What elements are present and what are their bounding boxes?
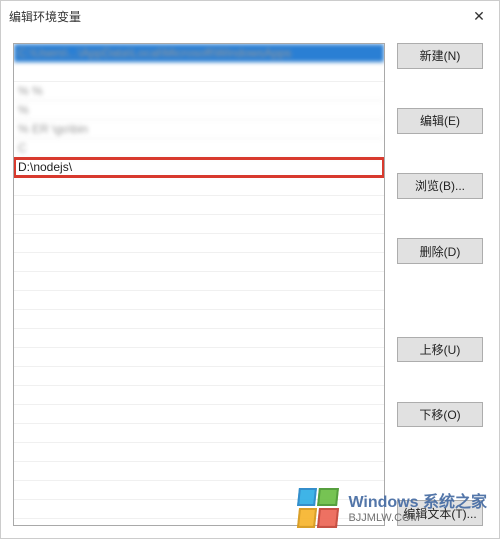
new-button[interactable]: 新建(N) xyxy=(397,43,483,69)
list-item[interactable] xyxy=(14,63,384,82)
list-item-empty[interactable] xyxy=(14,348,384,367)
edit-button[interactable]: 编辑(E) xyxy=(397,108,483,134)
list-item[interactable]: C:\Users\...\AppData\Local\Microsoft\Win… xyxy=(14,44,384,63)
spacer xyxy=(397,433,487,461)
list-item-empty[interactable] xyxy=(14,310,384,329)
list-item-empty[interactable] xyxy=(14,329,384,348)
delete-button[interactable]: 删除(D) xyxy=(397,238,483,264)
spacer xyxy=(397,467,487,495)
list-item-empty[interactable] xyxy=(14,424,384,443)
move-down-button[interactable]: 下移(O) xyxy=(397,402,483,428)
button-panel: 新建(N) 编辑(E) 浏览(B)... 删除(D) 上移(U) 下移(O) 编… xyxy=(397,43,487,526)
list-item[interactable]: D:\nodejs\ xyxy=(14,158,384,177)
list-item-empty[interactable] xyxy=(14,215,384,234)
spacer xyxy=(397,75,487,103)
list-item[interactable]: % % xyxy=(14,82,384,101)
browse-button[interactable]: 浏览(B)... xyxy=(397,173,483,199)
spacer xyxy=(397,270,487,298)
spacer xyxy=(397,205,487,233)
edit-text-button[interactable]: 编辑文本(T)... xyxy=(397,500,483,526)
list-item-empty[interactable] xyxy=(14,386,384,405)
list-item[interactable]: % xyxy=(14,101,384,120)
dialog-body: C:\Users\...\AppData\Local\Microsoft\Win… xyxy=(1,31,499,538)
list-item-empty[interactable] xyxy=(14,196,384,215)
list-item[interactable]: C xyxy=(14,139,384,158)
list-item-empty[interactable] xyxy=(14,443,384,462)
list-item-empty[interactable] xyxy=(14,500,384,519)
spacer xyxy=(397,140,487,168)
list-item-empty[interactable] xyxy=(14,462,384,481)
close-icon[interactable]: ✕ xyxy=(467,4,491,28)
list-item-empty[interactable] xyxy=(14,481,384,500)
list-item[interactable]: % ER \go\bin xyxy=(14,120,384,139)
spacer xyxy=(397,368,487,396)
edit-env-dialog: 编辑环境变量 ✕ C:\Users\...\AppData\Local\Micr… xyxy=(0,0,500,539)
list-item-empty[interactable] xyxy=(14,405,384,424)
dialog-title: 编辑环境变量 xyxy=(9,8,81,25)
list-item-empty[interactable] xyxy=(14,234,384,253)
spacer xyxy=(397,303,487,331)
list-item-empty[interactable] xyxy=(14,177,384,196)
path-list[interactable]: C:\Users\...\AppData\Local\Microsoft\Win… xyxy=(13,43,385,526)
list-item-empty[interactable] xyxy=(14,253,384,272)
titlebar: 编辑环境变量 ✕ xyxy=(1,1,499,31)
list-item-empty[interactable] xyxy=(14,291,384,310)
list-item-empty[interactable] xyxy=(14,272,384,291)
move-up-button[interactable]: 上移(U) xyxy=(397,337,483,363)
list-item-empty[interactable] xyxy=(14,367,384,386)
